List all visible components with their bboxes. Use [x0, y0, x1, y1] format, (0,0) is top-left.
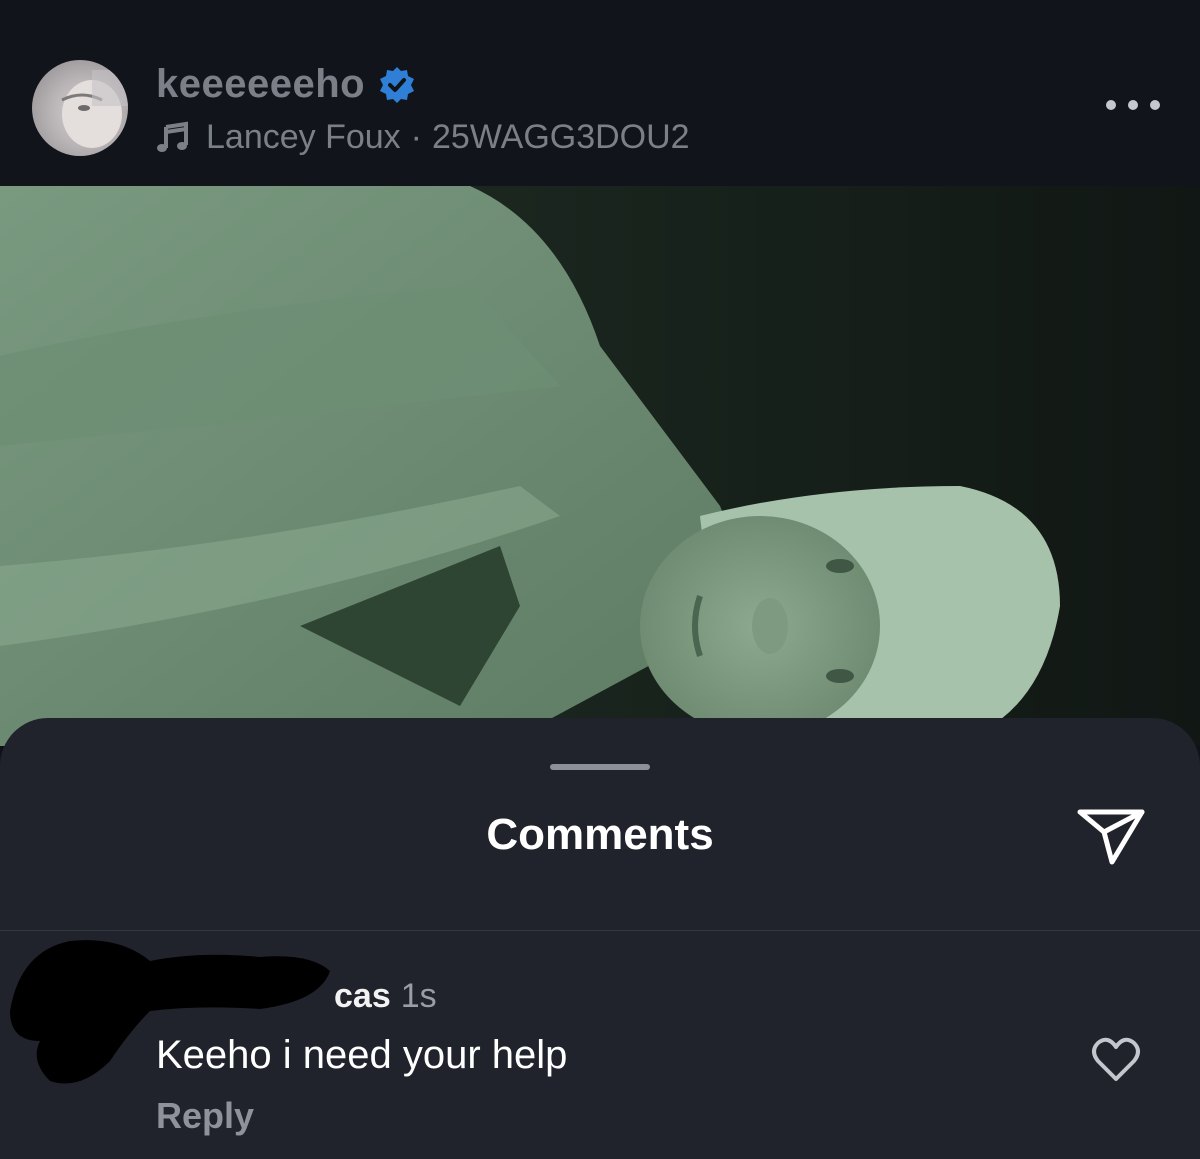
sheet-grabber[interactable]	[550, 764, 650, 770]
reply-button[interactable]: Reply	[156, 1095, 254, 1137]
comment-timestamp: 1s	[400, 977, 437, 1015]
avatar[interactable]	[32, 60, 128, 156]
music-info[interactable]: Lancey Foux · 25WAGG3DOU2	[156, 118, 690, 157]
post-username[interactable]: keeeeeeho	[156, 62, 365, 107]
post-header: keeeeeeho Lancey Foux · 25WAGG3DOU2	[0, 0, 1200, 186]
music-track: 25WAGG3DOU2	[432, 118, 690, 156]
more-icon	[1106, 100, 1116, 110]
music-artist: Lancey Foux	[206, 118, 401, 156]
comment-username[interactable]: cas	[334, 977, 391, 1016]
music-note-icon	[157, 121, 188, 152]
heart-icon[interactable]	[1090, 1035, 1142, 1083]
post-photo	[0, 186, 1200, 746]
separator: ·	[410, 118, 422, 156]
more-button[interactable]	[1106, 92, 1160, 118]
sheet-title: Comments	[486, 810, 714, 859]
comments-sheet: Comments cas 1s Keeho i need your help R…	[0, 718, 1200, 1159]
send-icon[interactable]	[1076, 806, 1146, 868]
comment-item: cas 1s Keeho i need your help Reply	[0, 931, 1200, 1159]
verified-badge-icon	[380, 66, 415, 103]
comment-text: Keeho i need your help	[156, 1033, 568, 1077]
